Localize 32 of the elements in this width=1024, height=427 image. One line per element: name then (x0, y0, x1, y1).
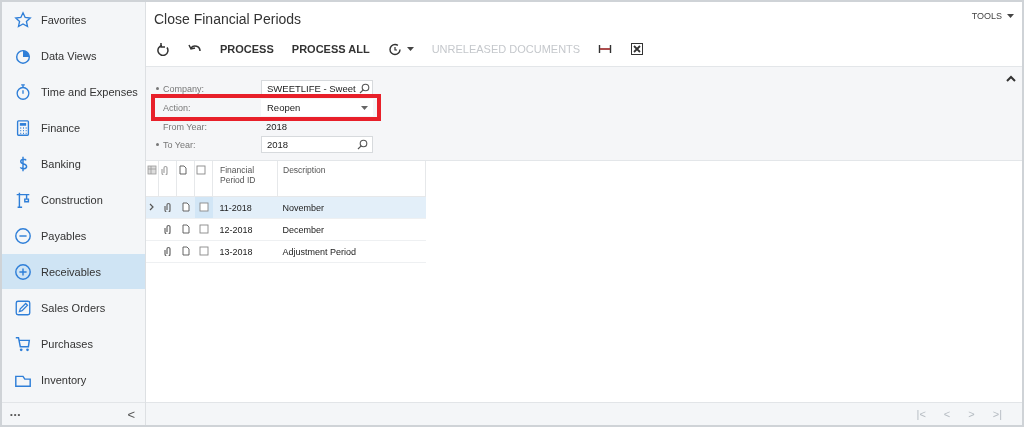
field-label: To Year: (163, 139, 197, 150)
column-header[interactable]: Financial Period ID (220, 165, 276, 185)
sidebar-item[interactable]: Purchases (2, 326, 145, 361)
more-button[interactable]: ••• (10, 409, 22, 419)
tools-menu-button[interactable]: TOOLS (971, 11, 1014, 21)
table-cell: December (282, 224, 324, 235)
table-cell: 11-2018 (219, 202, 252, 213)
sidebar-item[interactable]: Finance (2, 110, 145, 145)
column-header[interactable]: Description (283, 165, 424, 175)
dropdown-field[interactable]: Reopen (261, 99, 373, 116)
sidebar-item[interactable]: Time and Expenses (2, 74, 145, 109)
sidebar-item[interactable]: Sales Orders (2, 290, 145, 325)
table-cell: 13-2018 (219, 246, 253, 257)
field-label: Company: (163, 83, 206, 94)
table-cell: November (282, 202, 324, 213)
table-cell: 12-2018 (219, 224, 253, 235)
collapse-sidebar-button[interactable]: < (127, 406, 135, 422)
sidebar-item[interactable]: Data Views (2, 38, 145, 73)
table-cell: Adjustment Period (282, 246, 357, 257)
field-label: From Year: (163, 121, 209, 132)
sidebar-item[interactable]: Inventory (2, 362, 145, 397)
page-title: Close Financial Periods (154, 11, 302, 27)
sidebar-item[interactable]: Receivables (2, 254, 145, 289)
toolbar-button[interactable]: PROCESS ALL (291, 43, 370, 55)
sidebar-item[interactable]: Favorites (2, 2, 145, 37)
field-value: 2018 (265, 120, 289, 134)
sidebar-item[interactable]: Banking (2, 146, 145, 181)
sidebar-item[interactable]: Payables (2, 218, 145, 253)
lookup-field[interactable]: 2018 (261, 136, 373, 153)
sidebar-item[interactable]: Construction (2, 182, 145, 217)
toolbar-button[interactable]: PROCESS (220, 43, 274, 55)
field-label: Action: (163, 102, 192, 113)
